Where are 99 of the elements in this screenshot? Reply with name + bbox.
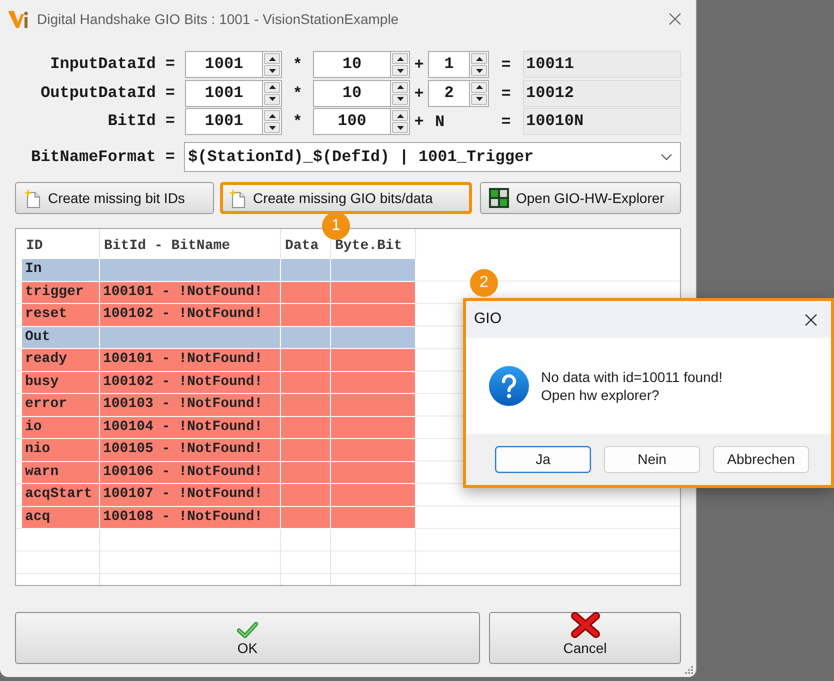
result-field: 10012	[523, 80, 681, 106]
column-header: ID	[25, 237, 44, 256]
action-button[interactable]: Create missing bit IDs	[15, 182, 214, 214]
message-text: No data with id=10011 found!	[541, 368, 722, 386]
format-dropdown[interactable]: $(StationId)_$(DefId) | 1001_Trigger	[184, 142, 681, 172]
number-field[interactable]: 1	[428, 51, 469, 78]
number-field[interactable]: 10	[313, 80, 390, 106]
table-row[interactable]: ready 100101 - !NotFound!	[22, 349, 416, 372]
message-text: Open hw explorer?	[541, 386, 660, 404]
spin-down-button[interactable]	[471, 65, 487, 76]
spin-down-button[interactable]	[264, 65, 280, 76]
caret-up-icon	[396, 85, 404, 89]
table-row[interactable]: Out	[22, 326, 416, 349]
caret-up-icon	[268, 56, 276, 60]
result-field: 10010N	[523, 108, 681, 135]
dialog-title: GIO	[474, 309, 502, 330]
caret-down-icon	[396, 97, 404, 101]
caret-up-icon	[396, 114, 404, 118]
number-field[interactable]: 100	[313, 108, 390, 135]
spin-down-button[interactable]	[471, 94, 487, 104]
spin-up-button[interactable]	[471, 82, 487, 92]
grid-icon	[489, 188, 509, 208]
spin-down-button[interactable]	[264, 94, 280, 104]
new-page-icon	[229, 188, 246, 208]
caret-down-icon	[476, 97, 482, 101]
column-header: Data	[284, 237, 320, 256]
question-icon	[489, 366, 529, 406]
resize-grip-icon	[685, 666, 693, 674]
field-label: InputDataId =	[49, 54, 176, 75]
table-row[interactable]: warn 100106 - !NotFound!	[22, 462, 416, 484]
cross-icon	[570, 612, 600, 638]
operator-text: =	[501, 84, 511, 102]
caret-down-icon	[268, 68, 276, 72]
operator-text: =	[501, 113, 511, 131]
dialog-button[interactable]: Abbrechen	[713, 446, 809, 473]
check-icon	[237, 622, 258, 638]
action-button[interactable]: Open GIO-HW-Explorer	[480, 182, 681, 214]
caret-down-icon	[396, 126, 404, 130]
table-row[interactable]: nio 100105 - !NotFound!	[22, 439, 416, 462]
cancel-button[interactable]: Cancel	[489, 612, 681, 664]
table-row[interactable]: trigger 100101 - !NotFound!	[22, 282, 416, 304]
table-row[interactable]: In	[22, 259, 416, 282]
spin-up-button[interactable]	[471, 53, 487, 64]
caret-down-icon	[268, 97, 276, 101]
spin-down-button[interactable]	[392, 122, 408, 133]
number-field[interactable]: 10	[313, 51, 390, 78]
caret-up-icon	[476, 85, 482, 89]
operator-text: =	[501, 56, 511, 74]
variable-text: N	[435, 112, 445, 132]
spin-down-button[interactable]	[264, 122, 280, 133]
column-header: BitId - BitName	[103, 237, 232, 256]
operator-text: *	[292, 84, 302, 102]
caret-up-icon	[396, 56, 404, 60]
operator-text: +	[414, 113, 424, 131]
caret-down-icon	[268, 126, 276, 130]
spin-up-button[interactable]	[264, 110, 280, 121]
table-cell: acq	[22, 506, 100, 529]
close-icon	[805, 314, 817, 326]
operator-text: *	[292, 56, 302, 74]
spin-down-button[interactable]	[392, 65, 408, 76]
caret-up-icon	[268, 114, 276, 118]
spin-down-button[interactable]	[392, 94, 408, 104]
dialog-button[interactable]: Ja	[495, 446, 591, 473]
new-page-icon	[24, 188, 41, 208]
app-logo-icon	[7, 8, 29, 30]
caret-down-icon	[396, 68, 404, 72]
number-field[interactable]: 1001	[185, 80, 262, 106]
spin-up-button[interactable]	[392, 82, 408, 92]
caret-down-icon	[476, 68, 482, 72]
ok-button[interactable]: OK	[15, 612, 480, 664]
operator-text: *	[292, 113, 302, 131]
table-row[interactable]: acqStart 100107 - !NotFound!	[22, 484, 416, 506]
spin-up-button[interactable]	[264, 82, 280, 92]
table-row[interactable]: error 100103 - !NotFound!	[22, 394, 416, 416]
chevron-down-icon	[661, 154, 672, 160]
table-row[interactable]: busy 100102 - !NotFound!	[22, 372, 416, 394]
field-label: BitId =	[106, 111, 176, 132]
result-field: 10011	[523, 51, 681, 78]
caret-up-icon	[476, 56, 482, 60]
field-label: BitNameFormat =	[30, 147, 176, 168]
field-label: OutputDataId =	[40, 82, 176, 104]
table-cell: 100108 - !NotFound!	[100, 506, 281, 529]
column-header: Byte.Bit	[334, 237, 404, 256]
operator-text: +	[414, 84, 424, 102]
number-field[interactable]: 1001	[185, 108, 262, 135]
dialog-button[interactable]: Nein	[604, 446, 700, 473]
table-row[interactable]: reset 100102 - !NotFound!	[22, 304, 416, 326]
close-icon	[669, 13, 681, 25]
number-field[interactable]: 2	[428, 80, 469, 106]
operator-text: +	[414, 56, 424, 74]
action-button[interactable]: Create missing GIO bits/data	[220, 182, 472, 214]
number-field[interactable]: 1001	[185, 51, 262, 78]
caret-up-icon	[268, 85, 276, 89]
window-title: Digital Handshake GIO Bits : 1001 - VisionStationExample	[37, 10, 400, 29]
spin-up-button[interactable]	[392, 53, 408, 64]
spin-up-button[interactable]	[392, 110, 408, 121]
table-row[interactable]: acq 100108 - !NotFound!	[22, 506, 416, 529]
table-row[interactable]: io 100104 - !NotFound!	[22, 416, 416, 439]
spin-up-button[interactable]	[264, 53, 280, 64]
